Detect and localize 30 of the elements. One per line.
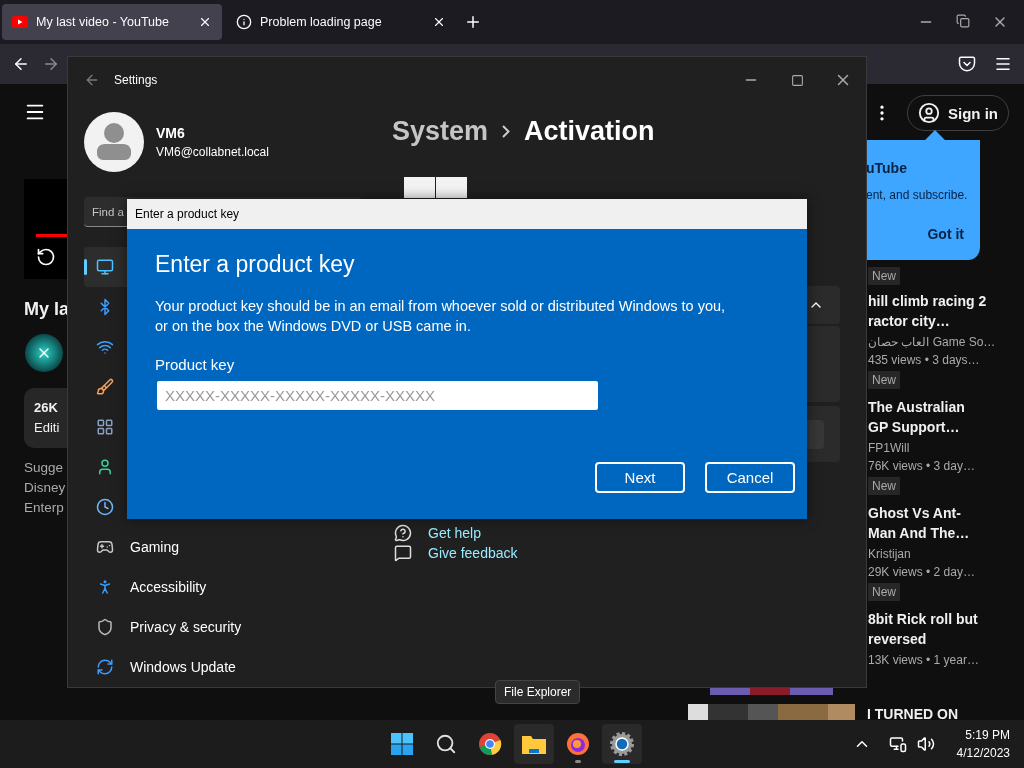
video-meta: 435 views • 3 days… xyxy=(868,352,981,369)
date-text: 4/12/2023 xyxy=(956,745,1010,762)
description-text: Disney xyxy=(24,479,67,497)
video-meta: 13K views • 1 year… xyxy=(868,652,980,669)
description-text: Sugge xyxy=(24,459,65,477)
dialog-title: Enter a product key xyxy=(127,199,807,229)
tab-title: My last video - YouTube xyxy=(36,15,170,29)
time-text: 5:19 PM xyxy=(965,727,1010,744)
channel-name: العاب حصان Game So… xyxy=(868,334,997,351)
window-title: Settings xyxy=(114,73,158,87)
field-label: Product key xyxy=(155,356,235,373)
dialog-text: Your product key should be in an email from whoever sold or distributed Windows to you, or on the box the Windows DVD or USB came in. xyxy=(155,297,726,336)
dialog-heading: Enter a product key xyxy=(155,251,355,278)
description-text: Enterp xyxy=(24,499,65,517)
stat-text: 26K xyxy=(34,399,59,417)
user-email: VM6@collabnet.local xyxy=(156,145,269,159)
channel-name: Kristijan xyxy=(868,546,912,563)
page-title: Activation xyxy=(524,116,655,147)
channel-name: FP1Will xyxy=(868,440,911,457)
new-badge: New xyxy=(868,371,900,389)
video-meta: 76K views • 3 day… xyxy=(868,458,976,475)
user-name: VM6 xyxy=(156,125,186,141)
tooltip: File Explorer xyxy=(495,680,581,704)
video-meta: 29K views • 2 day… xyxy=(868,564,976,581)
tab-title: Problem loading page xyxy=(260,15,383,29)
popup-title: uTube xyxy=(866,160,908,176)
new-badge: New xyxy=(868,583,900,601)
stat-text: Editi xyxy=(34,419,61,437)
new-badge: New xyxy=(868,477,900,495)
new-badge: New xyxy=(868,267,900,285)
